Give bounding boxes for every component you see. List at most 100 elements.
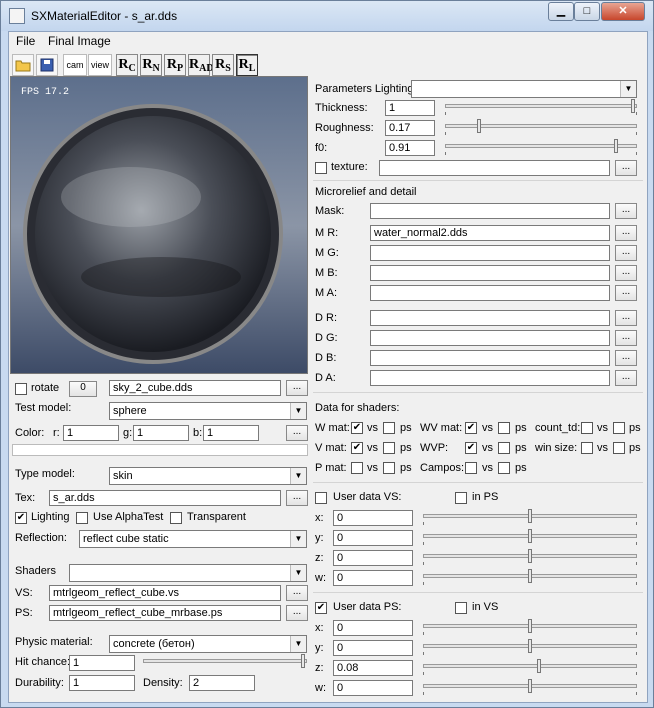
mask-browse-button[interactable]: ... <box>615 203 637 219</box>
title-bar[interactable]: SXMaterialEditor - s_ar.dds ▁ □ ✕ <box>1 1 653 31</box>
roughness-field[interactable]: 0.17 <box>385 120 435 136</box>
vs-w-field[interactable]: 0 <box>333 570 413 586</box>
close-button[interactable]: ✕ <box>601 2 645 21</box>
hit-chance-field[interactable]: 1 <box>69 655 135 671</box>
vs-x-field[interactable]: 0 <box>333 510 413 526</box>
ps-w-slider[interactable] <box>423 678 637 696</box>
pmat-ps-checkbox[interactable] <box>383 462 395 474</box>
vmat-vs-checkbox[interactable]: ✔ <box>351 442 363 454</box>
slider-thumb[interactable] <box>537 659 541 673</box>
menu-file[interactable]: File <box>16 34 35 48</box>
mb-field[interactable] <box>370 265 610 281</box>
slider-thumb[interactable] <box>528 679 532 693</box>
save-button[interactable] <box>36 54 58 76</box>
render-lighting-button[interactable]: RL <box>236 54 258 76</box>
vmat-ps-checkbox[interactable] <box>383 442 395 454</box>
cam-button[interactable]: cam <box>63 54 87 76</box>
transparent-checkbox[interactable] <box>170 512 182 524</box>
rotate-value-button[interactable]: 0 <box>69 381 97 397</box>
maximize-button[interactable]: □ <box>574 2 600 21</box>
dr-field[interactable] <box>370 310 610 326</box>
durability-field[interactable]: 1 <box>69 675 135 691</box>
count-td-vs-checkbox[interactable] <box>581 422 593 434</box>
slider-thumb[interactable] <box>301 654 305 668</box>
skybox-browse-button[interactable]: ... <box>286 380 308 396</box>
render-color-button[interactable]: RC <box>116 54 138 76</box>
f0-field[interactable]: 0.91 <box>385 140 435 156</box>
wvp-vs-checkbox[interactable]: ✔ <box>465 442 477 454</box>
userdata-vs-in-ps-checkbox[interactable] <box>455 492 467 504</box>
shaders-select[interactable]: ▼ <box>69 564 307 582</box>
db-field[interactable] <box>370 350 610 366</box>
hit-chance-slider[interactable] <box>143 653 307 671</box>
ma-field[interactable] <box>370 285 610 301</box>
lighting-checkbox[interactable]: ✔ <box>15 512 27 524</box>
vs-y-field[interactable]: 0 <box>333 530 413 546</box>
wvmat-ps-checkbox[interactable] <box>498 422 510 434</box>
wmat-vs-checkbox[interactable]: ✔ <box>351 422 363 434</box>
userdata-ps-in-vs-checkbox[interactable] <box>455 602 467 614</box>
ps-browse-button[interactable]: ... <box>286 605 308 621</box>
menu-final-image[interactable]: Final Image <box>48 34 111 48</box>
ps-y-slider[interactable] <box>423 638 637 656</box>
render-param-button[interactable]: RP <box>164 54 186 76</box>
vs-z-field[interactable]: 0 <box>333 550 413 566</box>
wvp-ps-checkbox[interactable] <box>498 442 510 454</box>
ps-field[interactable]: mtrlgeom_reflect_cube_mrbase.ps <box>49 605 281 621</box>
color-b-field[interactable]: 1 <box>203 425 259 441</box>
wmat-ps-checkbox[interactable] <box>383 422 395 434</box>
campos-ps-checkbox[interactable] <box>498 462 510 474</box>
vs-field[interactable]: mtrlgeom_reflect_cube.vs <box>49 585 281 601</box>
color-g-field[interactable]: 1 <box>133 425 189 441</box>
ps-y-field[interactable]: 0 <box>333 640 413 656</box>
params-lighting-select[interactable]: ▼ <box>411 80 637 98</box>
physic-material-select[interactable]: concrete (бетон) ▼ <box>109 635 307 653</box>
mr-browse-button[interactable]: ... <box>615 225 637 241</box>
vs-x-slider[interactable] <box>423 508 637 526</box>
campos-vs-checkbox[interactable] <box>465 462 477 474</box>
slider-thumb[interactable] <box>528 509 532 523</box>
slider-thumb[interactable] <box>528 549 532 563</box>
f0-slider[interactable] <box>445 138 637 156</box>
tex-browse-button[interactable]: ... <box>286 490 308 506</box>
pmat-vs-checkbox[interactable] <box>351 462 363 474</box>
render-normal-button[interactable]: RN <box>140 54 162 76</box>
dr-browse-button[interactable]: ... <box>615 310 637 326</box>
reflection-select[interactable]: reflect cube static ▼ <box>79 530 307 548</box>
color-browse-button[interactable]: ... <box>286 425 308 441</box>
type-model-select[interactable]: skin ▼ <box>109 467 307 485</box>
vs-w-slider[interactable] <box>423 568 637 586</box>
mb-browse-button[interactable]: ... <box>615 265 637 281</box>
render-viewport[interactable]: FPS 17.2 <box>10 76 308 374</box>
skybox-field[interactable]: sky_2_cube.dds <box>109 380 281 396</box>
roughness-slider[interactable] <box>445 118 637 136</box>
mr-field[interactable]: water_normal2.dds <box>370 225 610 241</box>
color-r-field[interactable]: 1 <box>63 425 119 441</box>
render-ad-button[interactable]: RAD <box>188 54 214 76</box>
rotate-checkbox[interactable] <box>15 383 27 395</box>
thickness-field[interactable]: 1 <box>385 100 435 116</box>
thickness-slider[interactable] <box>445 98 637 116</box>
count-td-ps-checkbox[interactable] <box>613 422 625 434</box>
slider-thumb[interactable] <box>614 139 618 153</box>
ps-x-field[interactable]: 0 <box>333 620 413 636</box>
win-size-ps-checkbox[interactable] <box>613 442 625 454</box>
minimize-button[interactable]: ▁ <box>548 2 574 21</box>
win-size-vs-checkbox[interactable] <box>581 442 593 454</box>
wvmat-vs-checkbox[interactable]: ✔ <box>465 422 477 434</box>
texture-checkbox[interactable] <box>315 162 327 174</box>
ma-browse-button[interactable]: ... <box>615 285 637 301</box>
density-field[interactable]: 2 <box>189 675 255 691</box>
ps-w-field[interactable]: 0 <box>333 680 413 696</box>
da-field[interactable] <box>370 370 610 386</box>
vs-browse-button[interactable]: ... <box>286 585 308 601</box>
ps-z-field[interactable]: 0.08 <box>333 660 413 676</box>
dg-browse-button[interactable]: ... <box>615 330 637 346</box>
slider-thumb[interactable] <box>528 569 532 583</box>
alphatest-checkbox[interactable] <box>76 512 88 524</box>
da-browse-button[interactable]: ... <box>615 370 637 386</box>
open-folder-button[interactable] <box>12 54 34 76</box>
test-model-select[interactable]: sphere ▼ <box>109 402 307 420</box>
tex-field[interactable]: s_ar.dds <box>49 490 281 506</box>
vs-z-slider[interactable] <box>423 548 637 566</box>
